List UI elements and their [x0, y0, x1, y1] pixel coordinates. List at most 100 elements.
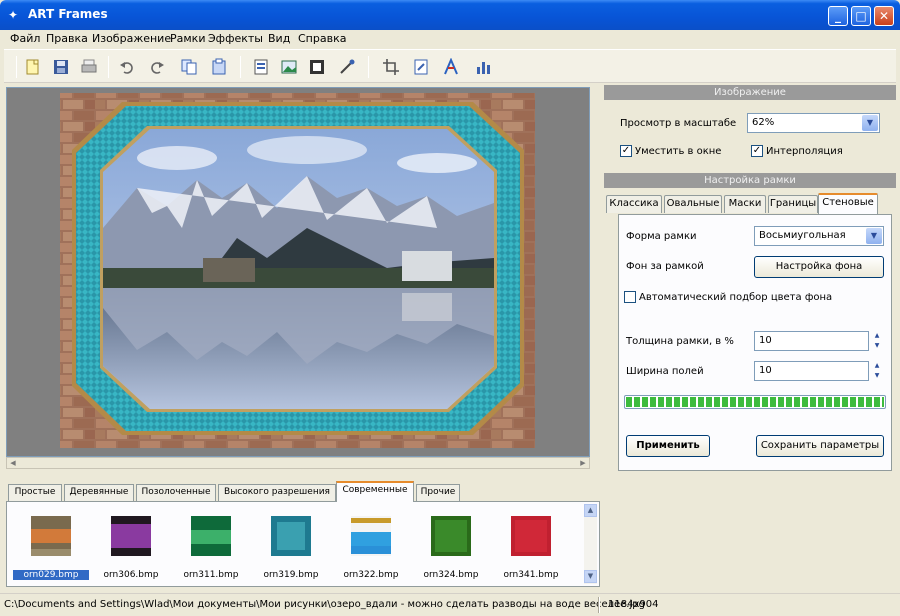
- gallery-item-label: orn322.bmp: [343, 570, 399, 580]
- frame-thumbnail: [431, 516, 471, 556]
- frame-shape-value: Восьмиугольная: [759, 230, 846, 241]
- close-button[interactable]: ✕: [874, 6, 894, 26]
- zoom-label: Просмотр в масштабе: [620, 118, 737, 129]
- tab-wall[interactable]: Стеновые: [818, 193, 878, 214]
- framed-photo: [60, 93, 535, 448]
- undo-icon[interactable]: [118, 58, 136, 76]
- frame-thumbnail: [111, 516, 151, 556]
- tab-high-res[interactable]: Высокого разрешения: [218, 484, 336, 501]
- frame-shape-select[interactable]: Восьмиугольная ▼: [754, 226, 884, 246]
- tab-simple[interactable]: Простые: [8, 484, 62, 501]
- fit-to-window-checkbox[interactable]: ✓ Уместить в окне: [620, 145, 721, 157]
- progress-fill: [626, 397, 884, 407]
- frame-shape-label: Форма рамки: [626, 231, 697, 242]
- image-size: 1184x904: [608, 599, 659, 610]
- gallery-item[interactable]: orn029.bmp: [13, 508, 89, 584]
- scroll-down-icon[interactable]: ▼: [584, 570, 597, 583]
- frame-icon[interactable]: [308, 58, 326, 76]
- checkbox-fit[interactable]: ✓: [620, 145, 632, 157]
- frame-section-header: Настройка рамки: [604, 173, 896, 188]
- gallery-item-label: orn341.bmp: [503, 570, 559, 580]
- image-props-icon[interactable]: [252, 58, 270, 76]
- apply-button[interactable]: Применить: [626, 435, 710, 457]
- scroll-left-icon[interactable]: ◀: [7, 458, 19, 468]
- menu-effects[interactable]: Эффекты: [208, 32, 263, 45]
- effects-icon[interactable]: [338, 58, 356, 76]
- menu-image[interactable]: Изображение: [92, 32, 171, 45]
- checkbox-auto-color[interactable]: [624, 291, 636, 303]
- menu-frames[interactable]: Рамки: [170, 32, 205, 45]
- status-divider: [598, 597, 600, 613]
- tab-other[interactable]: Прочие: [416, 484, 460, 501]
- window-title: ART Frames: [28, 7, 108, 21]
- menu-bar: Файл Правка Изображение Рамки Эффекты Ви…: [4, 30, 896, 48]
- image-viewport[interactable]: [6, 87, 590, 457]
- margin-label: Ширина полей: [626, 366, 704, 377]
- new-icon[interactable]: [24, 58, 42, 76]
- scroll-up-icon[interactable]: ▲: [584, 504, 597, 517]
- gallery-item[interactable]: orn319.bmp: [253, 508, 329, 584]
- gallery-item[interactable]: orn322.bmp: [333, 508, 409, 584]
- file-path: C:\Documents and Settings\Wlad\Мои докум…: [4, 599, 645, 610]
- redo-icon[interactable]: [148, 58, 166, 76]
- thickness-input[interactable]: 10: [754, 331, 869, 351]
- auto-color-checkbox[interactable]: Автоматический подбор цвета фона: [624, 291, 832, 303]
- progress-bar: [624, 395, 886, 409]
- gallery-tabs: Простые Деревянные Позолоченные Высокого…: [6, 481, 606, 502]
- image-section-header: Изображение: [604, 85, 896, 100]
- toolbar: [4, 49, 896, 83]
- minimize-button[interactable]: _: [828, 6, 848, 26]
- app-icon: ✦: [8, 8, 19, 22]
- tab-masks[interactable]: Маски: [724, 195, 766, 213]
- frame-thumbnail: [191, 516, 231, 556]
- margin-input[interactable]: 10: [754, 361, 869, 381]
- gallery-item-label: orn306.bmp: [103, 570, 159, 580]
- tab-borders[interactable]: Границы: [768, 195, 818, 213]
- frame-tabs: Классика Овальные Маски Границы Стеновые: [604, 193, 896, 214]
- toolbar-separator: [240, 56, 241, 78]
- zoom-select[interactable]: 62% ▼: [747, 113, 880, 133]
- tab-wooden[interactable]: Деревянные: [64, 484, 134, 501]
- menu-view[interactable]: Вид: [268, 32, 290, 45]
- crop-icon[interactable]: [382, 58, 400, 76]
- menu-help[interactable]: Справка: [298, 32, 346, 45]
- title-bar[interactable]: ✦ ART Frames _ □ ✕: [0, 0, 900, 30]
- save-settings-button[interactable]: Сохранить параметры: [756, 435, 884, 457]
- menu-file[interactable]: Файл: [10, 32, 40, 45]
- chevron-down-icon[interactable]: ▼: [862, 115, 878, 131]
- gallery-item-label: orn319.bmp: [263, 570, 319, 580]
- text-icon[interactable]: [442, 58, 460, 76]
- background-settings-button[interactable]: Настройка фона: [754, 256, 884, 278]
- chevron-down-icon[interactable]: ▼: [866, 228, 882, 244]
- paste-icon[interactable]: [210, 58, 228, 76]
- maximize-button[interactable]: □: [851, 6, 871, 26]
- gallery-item[interactable]: orn341.bmp: [493, 508, 569, 584]
- gallery-scrollbar[interactable]: ▲ ▼: [584, 504, 597, 584]
- toolbar-separator: [108, 56, 109, 78]
- frame-thumbnail: [351, 516, 391, 556]
- interpolation-checkbox[interactable]: ✓ Интерполяция: [751, 145, 843, 157]
- copy-icon[interactable]: [180, 58, 198, 76]
- menu-edit[interactable]: Правка: [46, 32, 88, 45]
- tab-classic[interactable]: Классика: [606, 195, 662, 213]
- checkbox-interp[interactable]: ✓: [751, 145, 763, 157]
- tab-modern[interactable]: Современные: [336, 481, 414, 502]
- gallery-item[interactable]: orn311.bmp: [173, 508, 249, 584]
- gallery-item-label: orn324.bmp: [423, 570, 479, 580]
- settings-panel: Изображение Просмотр в масштабе 62% ▼ ✓ У…: [604, 83, 896, 471]
- tab-oval[interactable]: Овальные: [664, 195, 722, 213]
- gallery-item[interactable]: orn324.bmp: [413, 508, 489, 584]
- picture-icon[interactable]: [280, 58, 298, 76]
- print-icon[interactable]: [80, 58, 98, 76]
- edit-icon[interactable]: [412, 58, 430, 76]
- tab-gilded[interactable]: Позолоченные: [136, 484, 216, 501]
- thickness-stepper[interactable]: ▲ ▼: [872, 331, 882, 351]
- scroll-right-icon[interactable]: ▶: [577, 458, 589, 468]
- gallery-item[interactable]: orn306.bmp: [93, 508, 169, 584]
- chart-icon[interactable]: [474, 58, 492, 76]
- margin-stepper[interactable]: ▲ ▼: [872, 361, 882, 381]
- frame-gallery: orn029.bmp orn306.bmp orn311.bmp orn319.…: [6, 501, 600, 587]
- background-label: Фон за рамкой: [626, 261, 704, 272]
- horizontal-scrollbar[interactable]: ◀ ▶: [6, 457, 590, 469]
- save-icon[interactable]: [52, 58, 70, 76]
